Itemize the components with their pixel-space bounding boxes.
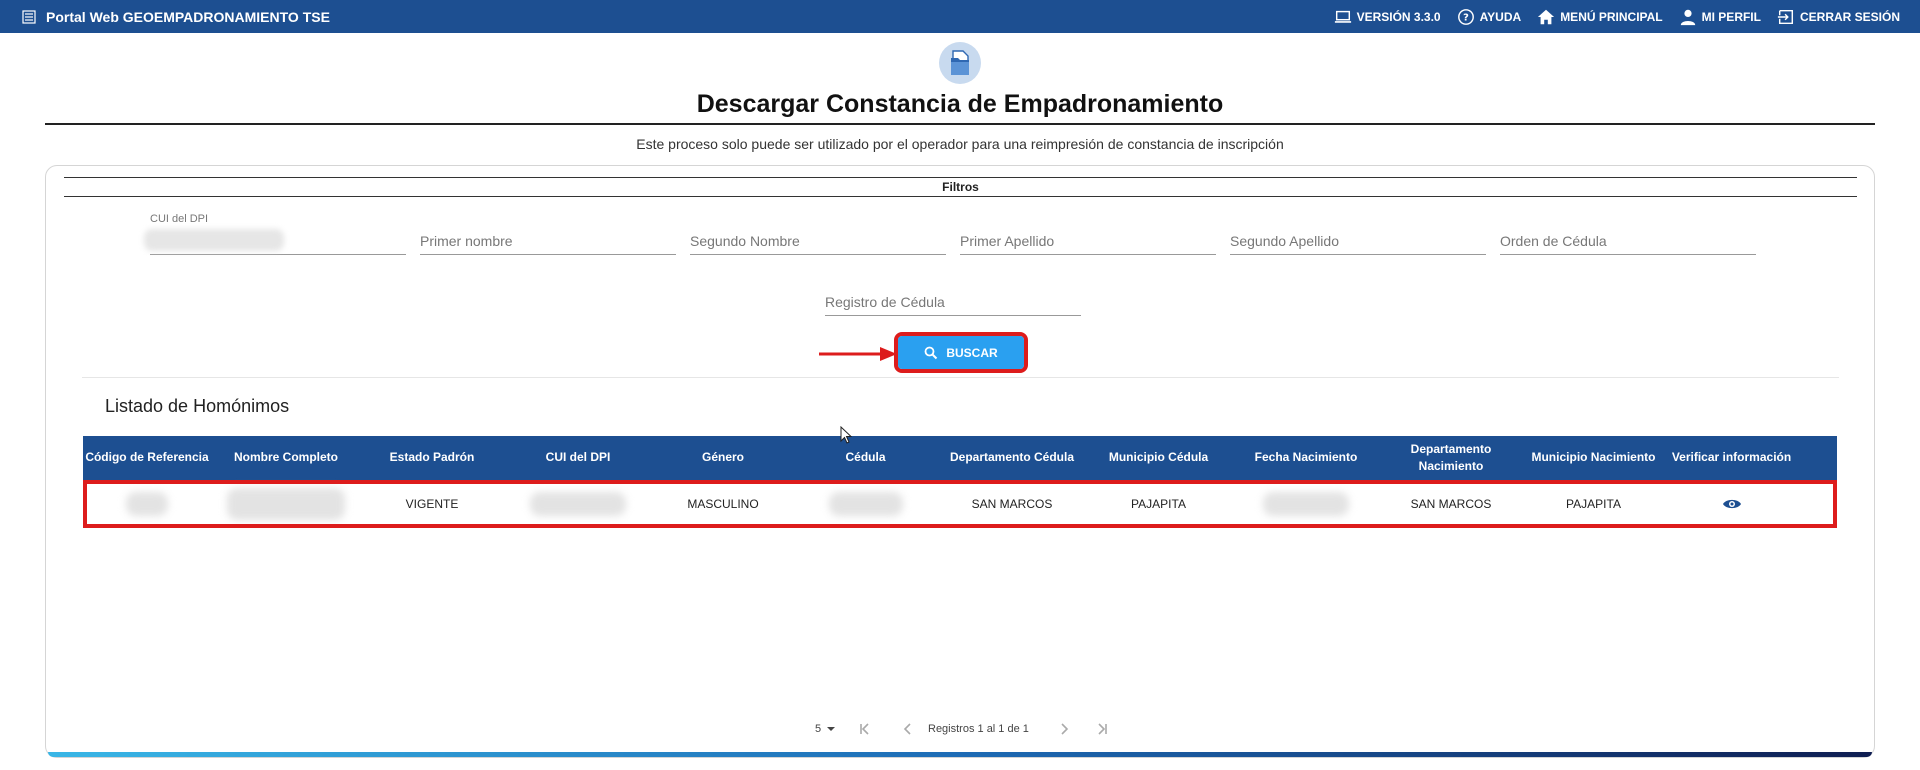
primer-apellido-placeholder: Primer Apellido [960,233,1055,249]
registro-cedula-placeholder: Registro de Cédula [825,294,945,310]
brand[interactable]: Portal Web GEOEMPADRONAMIENTO TSE [22,9,330,25]
buscar-button[interactable]: BUSCAR [898,336,1024,369]
col-codigo-referencia: Código de Referencia [85,450,209,465]
cui-input[interactable]: CUI del DPI [144,213,406,255]
segundo-apellido-input[interactable]: Segundo Apellido [1230,219,1486,255]
primer-nombre-placeholder: Primer nombre [420,233,513,249]
prev-page-button[interactable] [899,717,917,741]
segundo-apellido-placeholder: Segundo Apellido [1230,233,1339,249]
bottom-accent-bar [48,752,1872,757]
list-icon [22,9,36,24]
chevron-right-icon [1061,723,1069,735]
next-page-button[interactable] [1055,717,1073,741]
page-size-value: 5 [815,723,822,735]
col-nombre-completo: Nombre Completo [233,450,338,465]
buscar-label: BUSCAR [946,345,998,360]
mouse-cursor-icon [840,426,852,444]
top-bar: Portal Web GEOEMPADRONAMIENTO TSE VERSIÓ… [0,0,1920,33]
page-size-select[interactable]: 5 [815,717,837,741]
section-divider [82,377,1839,378]
segundo-nombre-placeholder: Segundo Nombre [690,233,800,249]
first-page-icon [860,723,869,735]
primer-apellido-input[interactable]: Primer Apellido [960,219,1216,255]
home-icon [1538,9,1555,24]
chevron-left-icon [903,723,911,735]
nav-main-menu-label: MENÚ PRINCIPAL [1560,9,1663,24]
last-page-icon [1098,723,1107,735]
col-cedula: Cédula [845,450,886,465]
help-circle-icon: ? [1457,8,1474,25]
orden-cedula-placeholder: Orden de Cédula [1500,233,1607,249]
cui-label: CUI del DPI [150,213,209,225]
first-page-button[interactable] [856,717,874,741]
app-title: Portal Web GEOEMPADRONAMIENTO TSE [46,8,330,25]
col-genero: Género [701,450,744,465]
table-row: VIGENTE MASCULINO SAN MARCOS PAJAPITA SA… [83,480,1837,528]
table-header: Código de Referencia Nombre Completo Est… [83,436,1837,480]
search-card: Filtros CUI del DPI Primer nombre Segund… [45,165,1875,758]
nav-logout[interactable]: CERRAR SESIÓN [1777,8,1900,26]
document-logo-icon [939,42,981,84]
filters-title: Filtros [64,177,1857,197]
orden-cedula-input[interactable]: Orden de Cédula [1500,219,1756,255]
page-subtitle: Este proceso solo puede ser utilizado po… [636,136,1284,152]
nav-profile[interactable]: MI PERFIL [1679,8,1761,26]
paginator: 5 Registros 1 al 1 de 1 [46,717,1874,741]
title-divider [45,123,1875,125]
top-nav: VERSIÓN 3.3.0 ? AYUDA MENÚ PRINCIPAL MI … [1334,0,1900,33]
nav-profile-label: MI PERFIL [1701,9,1761,24]
homonimos-table: Código de Referencia Nombre Completo Est… [83,436,1837,528]
search-icon [924,346,938,359]
arrow-right-annotation-icon [819,347,897,361]
nav-logout-label: CERRAR SESIÓN [1799,9,1900,24]
cui-value-redacted [144,229,284,251]
col-fecha-nacimiento: Fecha Nacimiento [1254,450,1358,465]
list-title: Listado de Homónimos [105,396,290,416]
col-verificar-informacion: Verificar información [1671,450,1792,465]
nav-main-menu[interactable]: MENÚ PRINCIPAL [1537,8,1663,26]
primer-nombre-input[interactable]: Primer nombre [420,219,676,255]
col-municipio-nacimiento: Municipio Nacimiento [1531,450,1656,465]
registro-cedula-input[interactable]: Registro de Cédula [825,280,1081,316]
page-title: Descargar Constancia de Empadronamiento [696,90,1224,118]
person-icon [1680,9,1695,25]
svg-text:?: ? [1463,12,1469,23]
col-departamento-cedula: Departamento Cédula [949,450,1075,465]
nav-version[interactable]: VERSIÓN 3.3.0 [1334,8,1441,26]
logout-icon [1777,9,1794,24]
nav-version-label: VERSIÓN 3.3.0 [1356,9,1441,24]
page-range: Registros 1 al 1 de 1 [928,723,1029,735]
col-departamento-nacimiento: Departamento Nacimiento [1410,441,1492,473]
segundo-nombre-input[interactable]: Segundo Nombre [690,219,946,255]
laptop-icon [1334,10,1351,23]
nav-help[interactable]: ? AYUDA [1457,8,1522,26]
row-highlight [83,480,1837,528]
last-page-button[interactable] [1093,717,1111,741]
nav-help-label: AYUDA [1479,9,1522,24]
col-estado-padron: Estado Padrón [389,450,475,465]
caret-down-icon [827,727,836,731]
col-municipio-cedula: Municipio Cédula [1108,450,1209,465]
col-cui-dpi: CUI del DPI [545,450,611,465]
